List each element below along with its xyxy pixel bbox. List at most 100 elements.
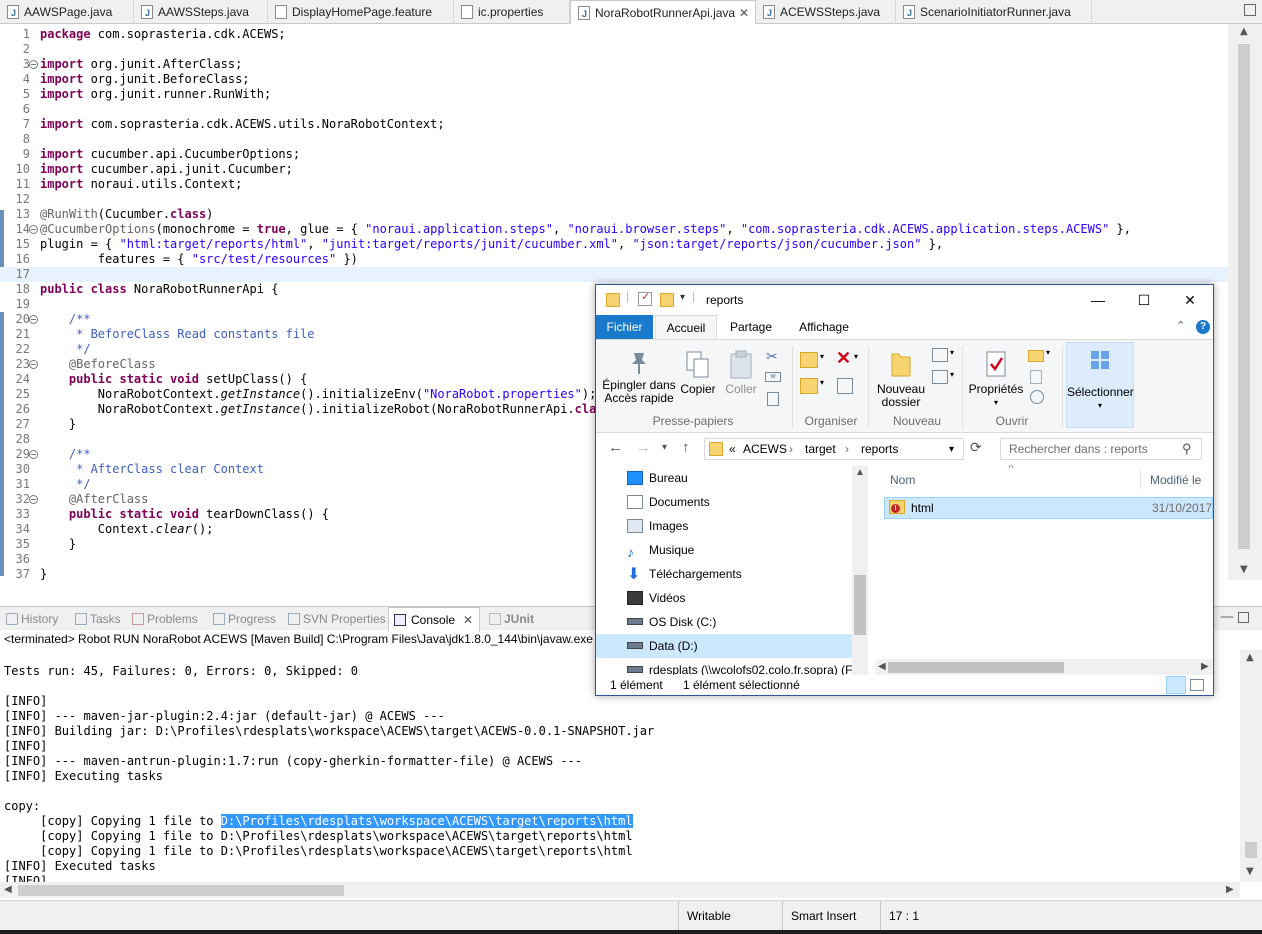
scroll-right-icon[interactable]: ▶ xyxy=(1201,661,1209,672)
select-button[interactable]: Sélectionner ▾ xyxy=(1066,342,1134,428)
properties-button[interactable]: Propriétés ▾ xyxy=(968,348,1024,409)
fold-toggle-icon[interactable] xyxy=(29,315,38,324)
easy-access-icon[interactable] xyxy=(932,370,948,384)
dropdown-icon[interactable]: ▾ xyxy=(854,352,858,361)
console-vertical-scrollbar[interactable]: ▲ ▼ xyxy=(1240,650,1262,882)
scroll-up-icon[interactable]: ▲ xyxy=(855,467,865,478)
close-button[interactable]: ✕ xyxy=(1167,285,1213,315)
ribbon-tab-home[interactable]: Accueil xyxy=(655,315,717,339)
editor-vertical-scrollbar[interactable]: ▲ ▼ xyxy=(1228,24,1262,580)
search-icon[interactable]: ⚲ xyxy=(1182,441,1192,457)
scrollbar-thumb[interactable] xyxy=(888,662,1064,673)
nav-item-images[interactable]: Images xyxy=(596,514,852,538)
open-icon[interactable] xyxy=(1028,350,1044,362)
minimize-button[interactable]: — xyxy=(1075,285,1121,315)
new-folder-icon[interactable] xyxy=(660,293,674,307)
tab-tasks[interactable]: Tasks xyxy=(72,607,121,631)
nav-item-musique[interactable]: ♪ Musique xyxy=(596,538,852,562)
scroll-right-icon[interactable]: ▶ xyxy=(1226,884,1234,895)
dropdown-icon[interactable]: ▾ xyxy=(950,370,954,379)
fold-toggle-icon[interactable] xyxy=(29,225,38,234)
fold-toggle-icon[interactable] xyxy=(29,60,38,69)
tab-scenarioinitiatorrunner-java[interactable]: ScenarioInitiatorRunner.java xyxy=(896,0,1092,25)
copy-to-icon[interactable] xyxy=(800,378,818,394)
column-header-modified[interactable]: Modifié le xyxy=(1150,473,1201,487)
breadcrumb-overflow[interactable]: « xyxy=(729,442,736,456)
fold-toggle-icon[interactable] xyxy=(29,495,38,504)
scrollbar-thumb[interactable] xyxy=(1245,842,1257,858)
forward-arrow-icon[interactable]: → xyxy=(636,439,651,456)
back-arrow-icon[interactable]: ← xyxy=(608,439,623,456)
explorer-title-bar[interactable]: | ✓ ▾ | reports — ☐ ✕ xyxy=(596,285,1213,315)
edit-icon[interactable] xyxy=(1030,370,1042,384)
breadcrumb-separator[interactable]: › xyxy=(789,442,793,456)
nav-item-videos[interactable]: Vidéos xyxy=(596,586,852,610)
paste-shortcut-icon[interactable] xyxy=(767,392,779,406)
file-row[interactable]: ! html 31/10/2017 1 xyxy=(884,497,1213,519)
address-bar[interactable]: « ACEWS › target › reports ▾ xyxy=(704,438,964,460)
nav-item-os-disk[interactable]: OS Disk (C:) xyxy=(596,610,852,634)
move-to-icon[interactable] xyxy=(800,352,818,368)
ribbon-tab-share[interactable]: Partage xyxy=(721,315,781,339)
scrollbar-thumb[interactable] xyxy=(854,575,866,635)
nav-item-bureau[interactable]: Bureau xyxy=(596,466,852,490)
cut-icon[interactable]: ✂ xyxy=(766,348,778,365)
new-folder-button[interactable]: Nouveau dossier xyxy=(874,348,928,409)
ribbon-tab-file[interactable]: Fichier xyxy=(596,315,653,339)
tab-console[interactable]: Console ✕ xyxy=(388,607,481,632)
scroll-left-icon[interactable]: ◀ xyxy=(4,884,12,895)
nav-pane-scrollbar[interactable]: ▲ xyxy=(852,465,868,677)
collapse-ribbon-icon[interactable]: ⌃ xyxy=(1176,319,1185,332)
console-output[interactable]: Tests run: 45, Failures: 0, Errors: 0, S… xyxy=(4,664,1240,882)
tab-history[interactable]: History xyxy=(3,607,58,631)
console-horizontal-scrollbar[interactable]: ◀ ▶ xyxy=(0,882,1240,898)
large-icons-view-icon[interactable] xyxy=(1190,679,1204,691)
breadcrumb-item-acews[interactable]: ACEWS xyxy=(743,442,787,456)
help-icon[interactable]: ? xyxy=(1196,320,1210,334)
scroll-down-icon[interactable]: ▼ xyxy=(1240,564,1248,575)
properties-check-icon[interactable]: ✓ xyxy=(638,291,652,306)
tab-displayhomepage-feature[interactable]: DisplayHomePage.feature xyxy=(268,0,454,24)
dropdown-icon[interactable]: ▾ xyxy=(820,378,824,387)
fold-toggle-icon[interactable] xyxy=(29,360,38,369)
tab-ic-properties[interactable]: ic.properties xyxy=(454,0,570,24)
breadcrumb-item-reports[interactable]: reports xyxy=(861,442,898,456)
tab-progress[interactable]: Progress xyxy=(210,607,276,631)
maximize-button[interactable]: ☐ xyxy=(1121,285,1167,315)
tab-junit[interactable]: JUnit xyxy=(486,607,534,631)
minimize-view-icon[interactable]: — xyxy=(1220,609,1234,625)
breadcrumb-item-target[interactable]: target xyxy=(805,442,836,456)
address-dropdown-icon[interactable]: ▾ xyxy=(949,444,954,455)
nav-item-telechargements[interactable]: ⬇ Téléchargements xyxy=(596,562,852,586)
scrollbar-thumb[interactable] xyxy=(18,885,344,896)
scrollbar-thumb[interactable] xyxy=(1238,44,1250,549)
scroll-up-icon[interactable]: ▲ xyxy=(1246,652,1254,663)
dropdown-icon[interactable]: ▾ xyxy=(820,352,824,361)
history-icon[interactable] xyxy=(1030,390,1044,404)
paste-button[interactable]: Coller xyxy=(720,350,762,396)
file-list[interactable]: ˄ Nom Modifié le ! html 31/10/2017 1 ◀ ▶ xyxy=(876,465,1213,677)
up-arrow-icon[interactable]: ↑ xyxy=(682,439,690,456)
fold-toggle-icon[interactable] xyxy=(29,450,38,459)
tab-svn-properties[interactable]: SVN Properties xyxy=(285,607,386,631)
breadcrumb-separator[interactable]: › xyxy=(845,442,849,456)
tab-aawspage-java[interactable]: AAWSPage.java xyxy=(0,0,134,25)
maximize-view-icon[interactable] xyxy=(1238,612,1249,623)
column-header-name[interactable]: Nom xyxy=(890,473,915,487)
customize-toolbar-icon[interactable]: ▾ xyxy=(680,292,685,303)
close-tab-icon[interactable]: ✕ xyxy=(463,608,473,632)
recent-locations-icon[interactable]: ▾ xyxy=(662,442,667,453)
scroll-up-icon[interactable]: ▲ xyxy=(1240,26,1248,37)
dropdown-icon[interactable]: ▾ xyxy=(950,348,954,357)
pin-quick-access-button[interactable]: Épingler dans Accès rapide xyxy=(602,350,676,405)
new-item-icon[interactable] xyxy=(932,348,948,362)
dropdown-icon[interactable]: ▾ xyxy=(1046,348,1050,357)
ribbon-tab-view[interactable]: Affichage xyxy=(788,315,860,339)
tab-acewssteps-java[interactable]: ACEWSSteps.java xyxy=(756,0,896,25)
nav-item-documents[interactable]: Documents xyxy=(596,490,852,514)
tab-problems[interactable]: Problems xyxy=(129,607,198,631)
search-input[interactable]: Rechercher dans : reports xyxy=(1000,438,1202,460)
scroll-left-icon[interactable]: ◀ xyxy=(878,661,886,672)
details-view-icon[interactable] xyxy=(1166,676,1186,694)
maximize-editor-icon[interactable] xyxy=(1244,4,1256,16)
